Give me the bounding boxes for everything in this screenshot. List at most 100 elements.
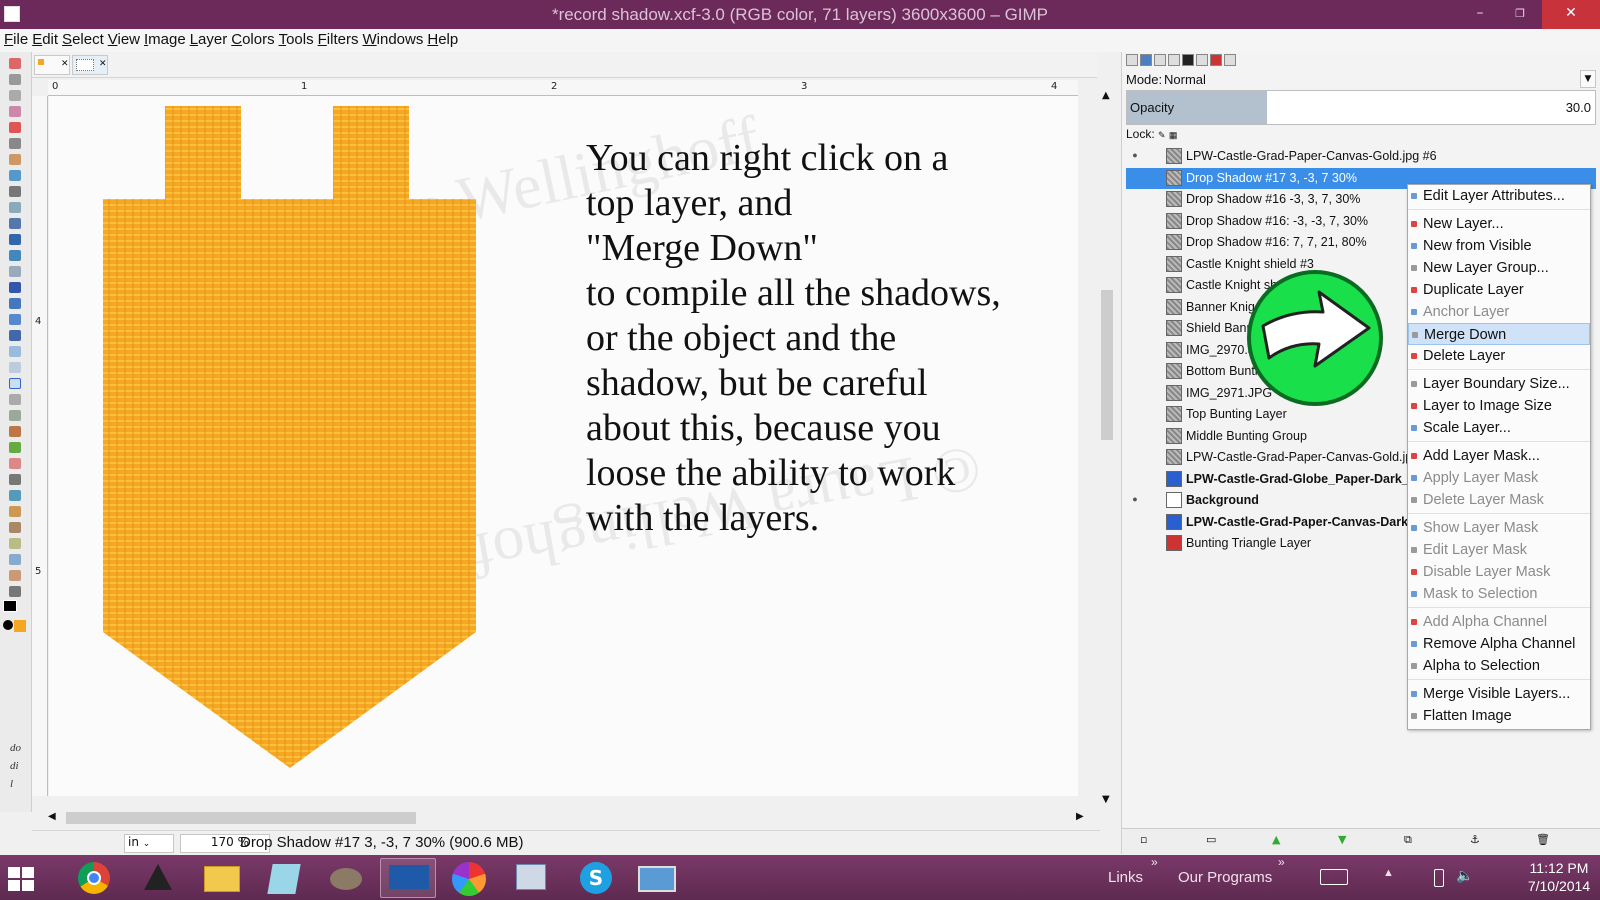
menu-select[interactable]: Select	[62, 29, 104, 52]
menu-layer[interactable]: Layer	[190, 29, 228, 52]
search-app-icon[interactable]	[504, 858, 560, 898]
ellipse-select-tool-icon[interactable]	[9, 74, 21, 85]
menu-item-delete-layer[interactable]: Delete Layer	[1408, 345, 1590, 367]
text-tool-icon[interactable]	[9, 378, 21, 389]
menu-item-new-layer-group[interactable]: New Layer Group...	[1408, 257, 1590, 279]
scroll-right-icon[interactable]: ▶	[1076, 811, 1084, 822]
menu-filters[interactable]: Filters	[318, 29, 359, 52]
notes-app-icon[interactable]	[256, 858, 312, 898]
menu-item-alpha-to-selection[interactable]: Alpha to Selection	[1408, 655, 1590, 677]
align-tool-icon[interactable]	[9, 250, 21, 261]
bucket-fill-tool-icon[interactable]	[9, 394, 21, 405]
chrome-icon[interactable]	[66, 858, 122, 898]
menu-item-remove-alpha-channel[interactable]: Remove Alpha Channel	[1408, 633, 1590, 655]
banner-shape[interactable]	[103, 106, 483, 771]
perspective-clone-tool-icon[interactable]	[9, 538, 21, 549]
anchor-layer-icon[interactable]: ⚓	[1470, 833, 1480, 846]
menu-item-layer-to-image-size[interactable]: Layer to Image Size	[1408, 395, 1590, 417]
opacity-slider[interactable]: Opacity 30.0	[1126, 90, 1596, 125]
paths-tool-icon[interactable]	[9, 170, 21, 181]
layers-tab-icon[interactable]	[1140, 54, 1152, 66]
units-select[interactable]: in ⌄	[124, 834, 174, 853]
image-tab-2[interactable]: ✕	[72, 55, 108, 75]
horizontal-scroll-thumb[interactable]	[66, 812, 416, 824]
menu-item-layer-boundary-size[interactable]: Layer Boundary Size...	[1408, 373, 1590, 395]
color-picker-tool-icon[interactable]	[9, 186, 21, 197]
windows-start-icon[interactable]	[8, 867, 34, 891]
scroll-down-icon[interactable]: ▼	[1102, 794, 1110, 805]
menu-item-merge-down[interactable]: Merge Down	[1408, 323, 1590, 345]
move-tool-icon[interactable]	[9, 234, 21, 245]
new-group-icon[interactable]: ▭	[1206, 833, 1216, 846]
fg-bg-color-swatches[interactable]	[3, 600, 27, 634]
zoom-tool-icon[interactable]	[9, 202, 21, 213]
menu-item-flatten-image[interactable]: Flatten Image	[1408, 705, 1590, 727]
close-icon[interactable]: ✕	[99, 59, 107, 69]
menu-help[interactable]: Help	[427, 29, 458, 52]
dodge-burn-tool-icon[interactable]	[9, 586, 21, 597]
menu-item-duplicate-layer[interactable]: Duplicate Layer	[1408, 279, 1590, 301]
gimp-taskbar-icon[interactable]	[318, 858, 374, 898]
measure-tool-icon[interactable]	[9, 218, 21, 229]
blend-tool-icon[interactable]	[9, 410, 21, 421]
eye-icon[interactable]: ●	[1128, 494, 1142, 504]
show-hidden-icons-icon[interactable]: ▲	[1383, 867, 1394, 879]
heal-tool-icon[interactable]	[9, 522, 21, 533]
fuzzy-select-tool-icon[interactable]	[9, 106, 21, 117]
volume-muted-icon[interactable]: 🔈	[1456, 867, 1473, 884]
programs-expand-icon[interactable]: »	[1278, 855, 1285, 869]
close-button[interactable]: ✕	[1542, 0, 1600, 29]
scissors-tool-icon[interactable]	[9, 138, 21, 149]
lock-alpha-icon[interactable]: ▦	[1169, 130, 1178, 140]
crop-tool-icon[interactable]	[9, 266, 21, 277]
menu-item-add-layer-mask[interactable]: Add Layer Mask...	[1408, 445, 1590, 467]
image-canvas[interactable]: © Laura Wellinghoff © Laura Wellinghoff …	[49, 96, 1078, 796]
menu-file[interactable]: File	[4, 29, 28, 52]
links-toolbar-label[interactable]: Links	[1108, 869, 1143, 886]
flip-tool-icon[interactable]	[9, 346, 21, 357]
layer-row[interactable]: ● LPW-Castle-Grad-Paper-Canvas-Gold.jpg #…	[1126, 146, 1596, 168]
battery-icon[interactable]	[1434, 869, 1444, 887]
menu-item-new-layer[interactable]: New Layer...	[1408, 213, 1590, 235]
channels-tab-icon[interactable]	[1154, 54, 1166, 66]
menu-tools[interactable]: Tools	[279, 29, 314, 52]
photos-app-icon[interactable]	[630, 858, 686, 898]
menu-image[interactable]: Image	[144, 29, 186, 52]
menu-windows[interactable]: Windows	[362, 29, 423, 52]
shear-tool-icon[interactable]	[9, 314, 21, 325]
scroll-left-icon[interactable]: ◀	[48, 811, 56, 822]
maximize-button[interactable]: ❐	[1500, 0, 1540, 29]
image-tab-1[interactable]: ✕	[34, 55, 70, 75]
horizontal-ruler[interactable]: 0 1 2 3 4	[48, 80, 1078, 96]
paths-tab-icon[interactable]	[1168, 54, 1180, 66]
lenovo-monitor-icon[interactable]	[380, 858, 436, 898]
minimize-button[interactable]: –	[1460, 0, 1500, 29]
chevron-down-icon[interactable]: ▼	[1580, 70, 1596, 88]
ink-tool-icon[interactable]	[9, 490, 21, 501]
our-programs-toolbar-label[interactable]: Our Programs	[1178, 869, 1272, 886]
scale-tool-icon[interactable]	[9, 298, 21, 309]
menu-item-edit-layer-attributes[interactable]: Edit Layer Attributes...	[1408, 185, 1590, 207]
smudge-tool-icon[interactable]	[9, 570, 21, 581]
paintbrush-tool-icon[interactable]	[9, 442, 21, 453]
eye-icon[interactable]: ●	[1128, 150, 1142, 160]
cage-tool-icon[interactable]	[9, 362, 21, 373]
new-layer-icon[interactable]: ▫	[1140, 833, 1147, 846]
inkscape-icon[interactable]	[130, 858, 186, 898]
dock-menu-icon[interactable]	[1224, 54, 1236, 66]
free-select-tool-icon[interactable]	[9, 90, 21, 101]
delete-layer-icon[interactable]: 🗑	[1536, 833, 1550, 846]
mode-select[interactable]: Normal	[1164, 72, 1206, 87]
airbrush-tool-icon[interactable]	[9, 474, 21, 485]
raise-layer-icon[interactable]: ▲	[1272, 833, 1280, 846]
menu-view[interactable]: View	[108, 29, 140, 52]
duplicate-layer-icon[interactable]: ⧉	[1404, 833, 1412, 847]
gradients-tab-icon[interactable]	[1210, 54, 1222, 66]
lock-pixels-icon[interactable]: ✎	[1158, 130, 1166, 140]
perspective-tool-icon[interactable]	[9, 330, 21, 341]
rect-select-tool-icon[interactable]	[9, 58, 21, 69]
vertical-scroll-thumb[interactable]	[1101, 290, 1113, 440]
touch-keyboard-icon[interactable]	[1320, 869, 1348, 885]
blur-tool-icon[interactable]	[9, 554, 21, 565]
lower-layer-icon[interactable]: ▼	[1338, 833, 1346, 846]
